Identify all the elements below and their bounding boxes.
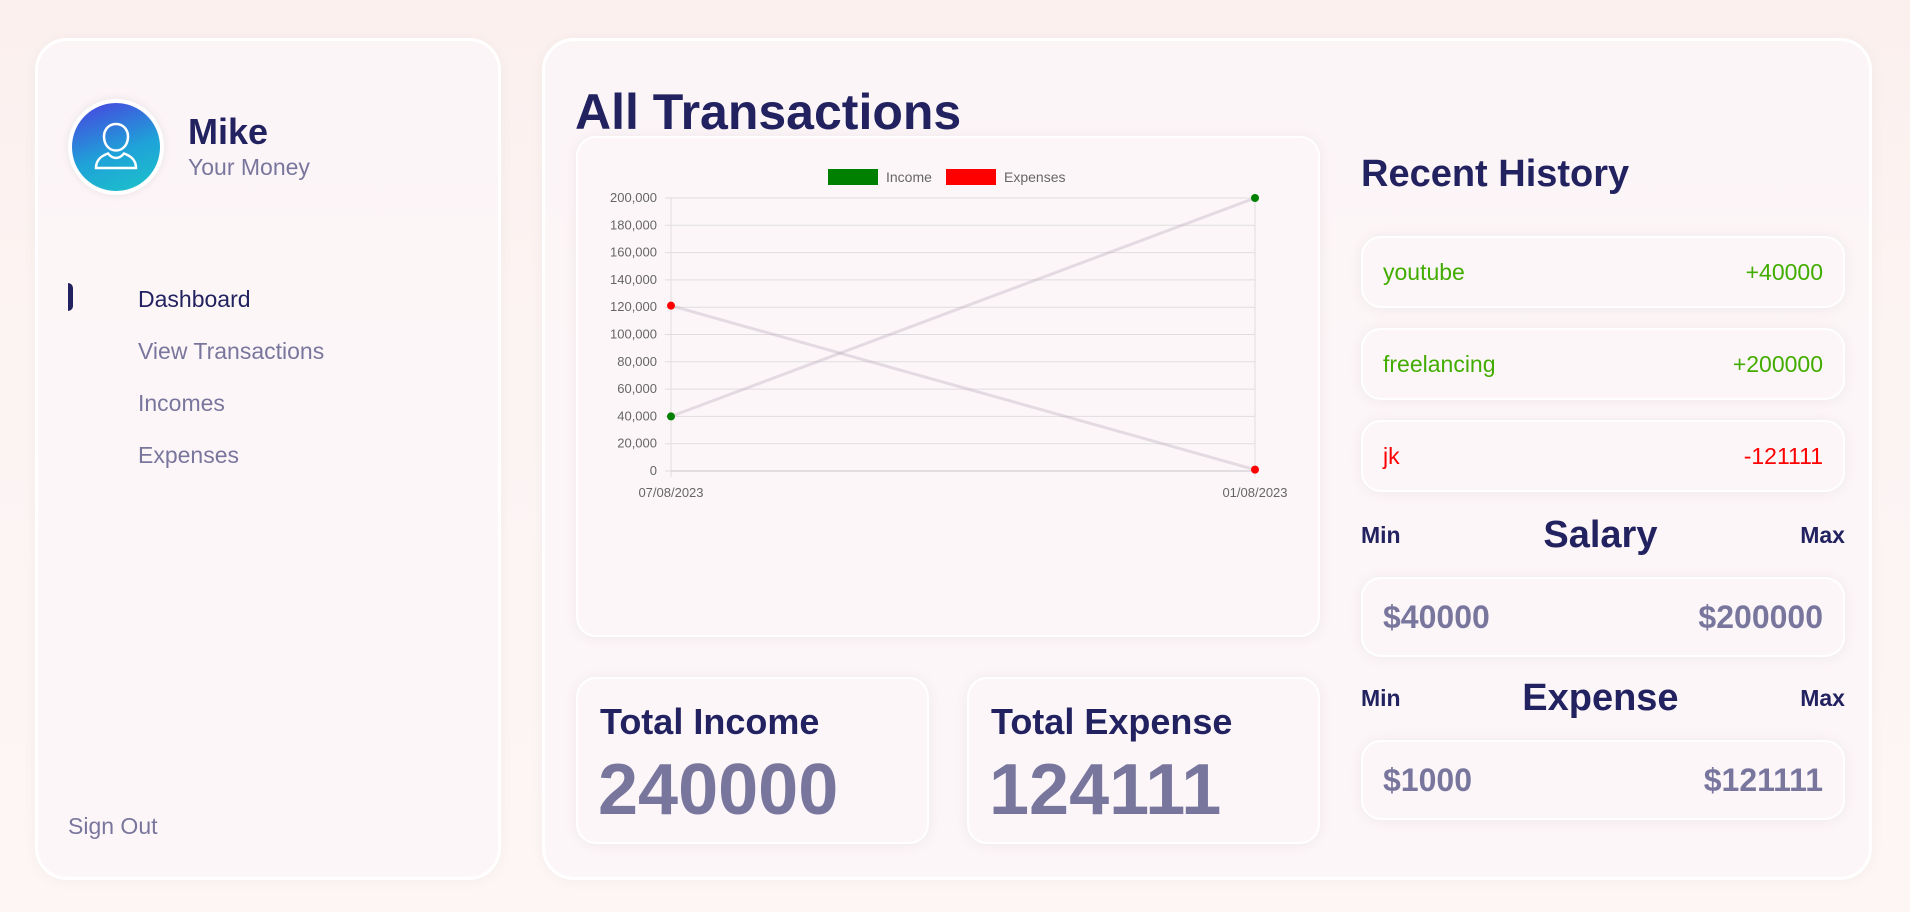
chart-data-point [667,301,675,310]
salary-range-box: $40000 $200000 [1361,577,1845,657]
chart-data-point [667,412,675,421]
total-expense-label: Total Expense [991,701,1233,742]
expense-min-label: Min [1361,684,1401,711]
sign-out-button[interactable]: Sign Out [68,813,158,840]
expense-range-box: $1000 $121111 [1361,740,1845,820]
recent-history-title: Recent History [1361,153,1630,195]
salary-title: Salary [1543,513,1658,556]
expense-max-value: $121111 [1703,761,1823,798]
chart-y-tick-label: 60,000 [617,381,657,396]
chart-data-point [1251,465,1259,474]
chart-svg: 0 20,000 40,000 60,000 80,000 100,000 120,000 1… [610,169,1288,500]
chart-y-tick-label: 140,000 [610,272,657,287]
history-item: youtube +40000 [1361,236,1845,308]
avatar [68,99,164,195]
expense-min-value: $1000 [1383,761,1472,798]
user-icon [91,118,141,177]
nav-menu: Dashboard View Transactions Incomes Expe… [38,273,498,481]
history-item-amount: +200000 [1732,350,1823,377]
main-panel: All Transactions 0 20,000 40,000 60,000 80,0… [542,38,1872,880]
history-item: freelancing +200000 [1361,328,1845,400]
salary-max-label: Max [1800,521,1845,548]
chart-y-tick-label: 120,000 [610,299,657,314]
chart-y-tick-label: 40,000 [617,408,657,423]
chart-legend-swatch [828,169,878,185]
nav-item-expenses[interactable]: Expenses [38,429,498,481]
chart-x-tick-label: 07/08/2023 [638,485,703,500]
expense-title: Expense [1522,676,1679,719]
page-title: All Transactions [575,84,962,140]
history-item-amount: -121111 [1743,442,1823,469]
history-item: jk -121111 [1361,420,1845,492]
expense-max-label: Max [1800,684,1845,711]
chart-y-tick-label: 80,000 [617,354,657,369]
user-name: Mike [188,111,269,152]
history-item-name: jk [1383,442,1400,469]
history-item-name: youtube [1383,258,1465,285]
chart-y-tick-label: 20,000 [617,436,657,451]
chart-y-tick-label: 160,000 [610,245,657,260]
salary-max-value: $200000 [1698,598,1823,635]
total-income-value: 240000 [598,750,839,830]
chart-y-tick-label: 100,000 [610,327,657,342]
chart-x-tick-label: 01/08/2023 [1222,485,1287,500]
transactions-chart: 0 20,000 40,000 60,000 80,000 100,000 120,000 1… [576,136,1320,637]
chart-y-tick-label: 0 [650,463,657,478]
user-subtitle: Your Money [188,154,310,180]
chart-data-point [1251,194,1259,202]
nav-item-view-transactions[interactable]: View Transactions [38,325,498,377]
nav-item-incomes[interactable]: Incomes [38,377,498,429]
chart-series-line [670,304,1256,472]
chart-legend-swatch [946,169,996,185]
sidebar: Mike Your Money Dashboard View Transacti… [35,38,501,880]
nav-item-dashboard[interactable]: Dashboard [38,273,498,325]
chart-y-tick-label: 180,000 [610,217,657,232]
total-income-label: Total Income [600,701,820,742]
chart-legend-label: Expenses [1004,169,1065,185]
chart-y-tick-label: 200,000 [610,190,657,205]
total-income-card: Total Income 240000 [576,677,929,844]
history-item-name: freelancing [1383,350,1496,377]
salary-range-header: Min Salary Max [1361,513,1845,556]
expense-range-header: Min Expense Max [1361,676,1845,719]
salary-min-value: $40000 [1383,598,1490,635]
total-expense-card: Total Expense 124111 [967,677,1320,844]
history-item-amount: +40000 [1745,258,1823,285]
total-expense-value: 124111 [989,750,1222,830]
salary-min-label: Min [1361,521,1401,548]
chart-legend-label: Income [886,169,932,185]
